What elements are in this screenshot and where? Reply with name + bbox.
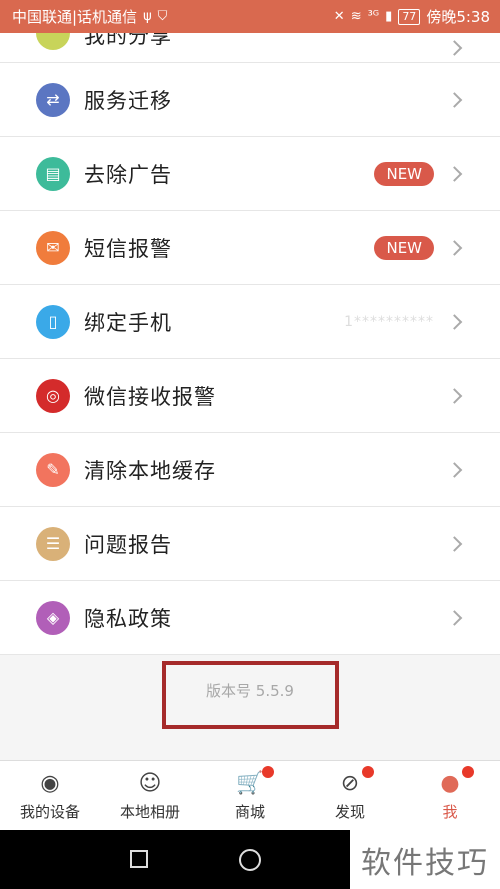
menu-item[interactable]: ✎ 清除本地缓存 bbox=[0, 433, 500, 507]
signal-icon: ▮ bbox=[385, 9, 393, 24]
menu-item-label: 微信接收报警 bbox=[84, 384, 216, 409]
chevron-right-icon bbox=[446, 91, 463, 108]
menu-item-label: 问题报告 bbox=[84, 532, 172, 557]
settings-menu: 我的分享 ⇄ 服务迁移 ▤ 去除广告 NEW ✉ 短信报警 NEW ▯ 绑定手机 1********… bbox=[0, 33, 500, 655]
highlight-box bbox=[162, 661, 339, 729]
chevron-right-icon bbox=[446, 609, 463, 626]
menu-item-label: 短信报警 bbox=[84, 236, 172, 261]
chevron-right-icon bbox=[446, 313, 463, 330]
menu-item[interactable]: ☰ 问题报告 bbox=[0, 507, 500, 581]
mute-icon: ✕ bbox=[333, 9, 345, 24]
chevron-right-icon bbox=[446, 461, 463, 478]
recent-apps-button[interactable] bbox=[130, 850, 148, 868]
tab-label: 本地相册 bbox=[119, 803, 180, 821]
ad-icon: ▤ bbox=[36, 156, 70, 191]
status-bar: 中国联通|话机通信 ψ ⛉ ✕ ≋ ³ᴳ ▮ 77 傍晚5:38 bbox=[0, 0, 500, 33]
share-icon bbox=[36, 33, 70, 50]
home-button[interactable] bbox=[239, 849, 261, 871]
menu-item[interactable]: ✉ 短信报警 NEW bbox=[0, 211, 500, 285]
tab-compass[interactable]: ⊘ 发现 bbox=[300, 761, 400, 830]
menu-item-label: 隐私政策 bbox=[84, 606, 172, 631]
battery-level: 77 bbox=[398, 8, 421, 25]
tab-camera[interactable]: ◉ 我的设备 bbox=[0, 761, 100, 830]
tab-cart[interactable]: 🛒 商城 bbox=[200, 761, 300, 830]
phone-icon: ▯ bbox=[36, 304, 70, 339]
watermark: 软件技巧 bbox=[350, 830, 500, 889]
menu-item[interactable]: ◎ 微信接收报警 bbox=[0, 359, 500, 433]
menu-item-share[interactable]: 我的分享 bbox=[0, 33, 500, 63]
menu-item-label: 绑定手机 bbox=[84, 310, 172, 335]
usb-icon: ψ bbox=[143, 9, 152, 24]
cart-icon: 🛒 bbox=[236, 770, 264, 796]
version-area: 版本号 5.5.9 bbox=[0, 655, 500, 760]
broom-icon: ✎ bbox=[36, 452, 70, 487]
tab-bar: ◉ 我的设备 ☺ 本地相册 🛒 商城 ⊘ 发现 ● 我 bbox=[0, 760, 500, 830]
bound-phone-number: 1********** bbox=[344, 313, 434, 330]
menu-item-label: 我的分享 bbox=[84, 33, 172, 48]
menu-item-label: 清除本地缓存 bbox=[84, 458, 216, 483]
notification-dot bbox=[262, 766, 274, 778]
clock: 傍晚5:38 bbox=[426, 8, 490, 26]
person-icon: ● bbox=[440, 770, 460, 796]
menu-item-label: 服务迁移 bbox=[84, 88, 172, 113]
menu-item[interactable]: ◈ 隐私政策 bbox=[0, 581, 500, 655]
notification-dot bbox=[462, 766, 474, 778]
privacy-icon: ◈ bbox=[36, 600, 70, 635]
notification-dot bbox=[362, 766, 374, 778]
carrier-text: 中国联通|话机通信 bbox=[12, 8, 138, 26]
shield-icon: ⛉ bbox=[157, 9, 168, 24]
wechat-icon: ◎ bbox=[36, 378, 70, 413]
tab-label: 发现 bbox=[334, 803, 365, 821]
album-icon: ☺ bbox=[138, 770, 162, 796]
tab-label: 我的设备 bbox=[19, 803, 80, 821]
wifi-icon: ≋ bbox=[350, 9, 362, 24]
compass-icon: ⊘ bbox=[340, 770, 360, 796]
chevron-right-icon bbox=[446, 39, 463, 56]
new-badge: NEW bbox=[374, 161, 434, 186]
report-icon: ☰ bbox=[36, 526, 70, 561]
chevron-right-icon bbox=[446, 387, 463, 404]
tab-label: 我 bbox=[442, 803, 458, 821]
new-badge: NEW bbox=[374, 235, 434, 260]
tab-album[interactable]: ☺ 本地相册 bbox=[100, 761, 200, 830]
chevron-right-icon bbox=[446, 535, 463, 552]
menu-item[interactable]: ⇄ 服务迁移 bbox=[0, 63, 500, 137]
menu-item[interactable]: ▤ 去除广告 NEW bbox=[0, 137, 500, 211]
tab-person[interactable]: ● 我 bbox=[400, 761, 500, 830]
transfer-icon: ⇄ bbox=[36, 82, 70, 117]
menu-item-label: 去除广告 bbox=[84, 162, 172, 187]
camera-icon: ◉ bbox=[40, 770, 60, 796]
chevron-right-icon bbox=[446, 239, 463, 256]
tab-label: 商城 bbox=[234, 803, 265, 821]
menu-item[interactable]: ▯ 绑定手机 1********** bbox=[0, 285, 500, 359]
network-type: ³ᴳ bbox=[367, 9, 380, 24]
chevron-right-icon bbox=[446, 165, 463, 182]
sms-icon: ✉ bbox=[36, 230, 70, 265]
